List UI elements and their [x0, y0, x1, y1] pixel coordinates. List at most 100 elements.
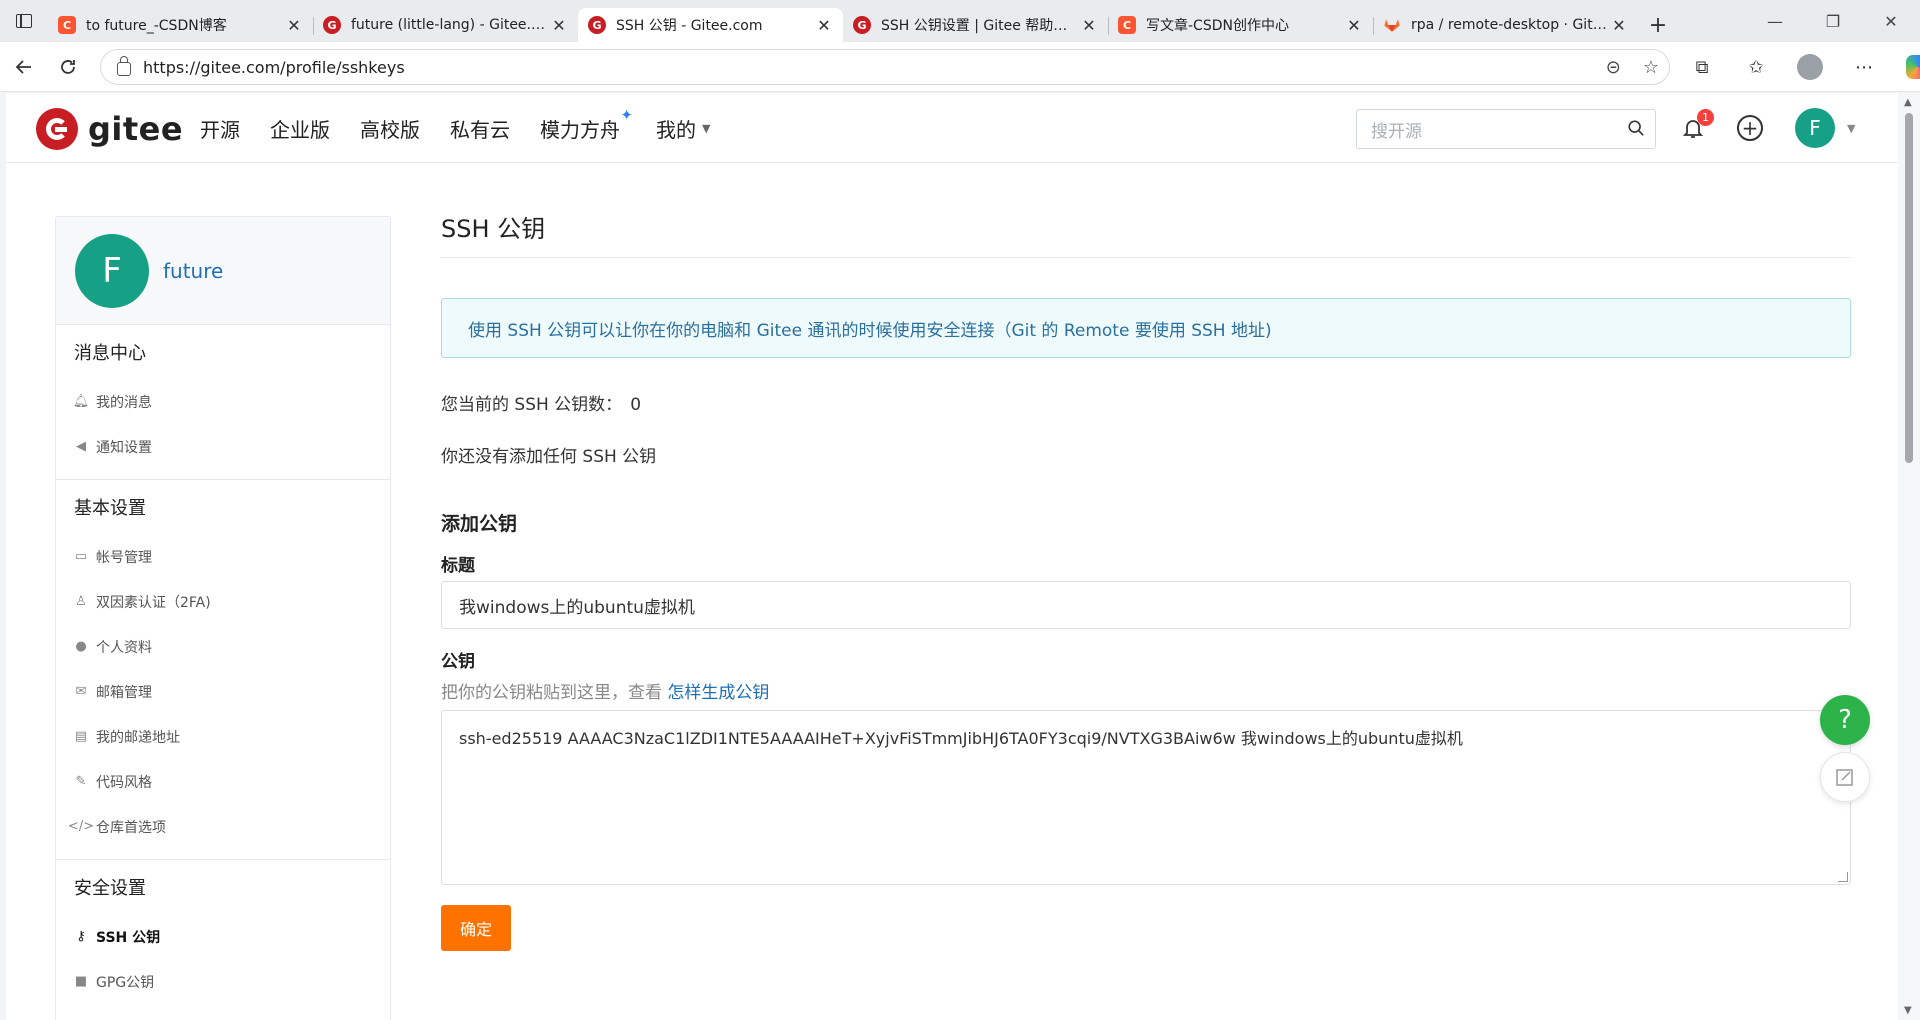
- scrollbar-thumb[interactable]: [1905, 113, 1913, 463]
- browser-tab-strip: C to future_-CSDN博客 ✕ G future (little-l…: [0, 0, 1920, 42]
- tab-title: 写文章-CSDN创作中心: [1146, 18, 1289, 34]
- username-link[interactable]: future: [163, 259, 223, 283]
- nav-private-cloud[interactable]: 私有云: [450, 114, 510, 143]
- sidebar-item-label: 邮箱管理: [96, 684, 152, 701]
- reload-icon: [61, 59, 75, 74]
- browser-tab-5[interactable]: C 写文章-CSDN创作中心 ✕: [1108, 8, 1373, 42]
- favorites-icon[interactable]: ✩: [1734, 47, 1778, 87]
- settings-more-icon[interactable]: ⋯: [1842, 47, 1886, 87]
- main-content: SSH 公钥 使用 SSH 公钥可以让你在你的电脑和 Gitee 通讯的时候使用…: [441, 216, 1851, 951]
- reload-button[interactable]: [46, 47, 90, 87]
- page-scrollbar[interactable]: ▲ ▼: [1898, 93, 1920, 1020]
- copilot-icon: [1906, 55, 1920, 79]
- scroll-up-arrow-icon[interactable]: ▲: [1904, 97, 1912, 108]
- browser-tab-2[interactable]: G future (little-lang) - Gitee.com ✕: [313, 8, 578, 42]
- gitee-favicon-icon: G: [588, 16, 606, 34]
- empty-state-text: 你还没有添加任何 SSH 公钥: [441, 447, 657, 467]
- back-button[interactable]: [2, 47, 46, 87]
- tab-title: SSH 公钥 - Gitee.com: [616, 18, 763, 34]
- scroll-down-arrow-icon[interactable]: ▼: [1904, 1005, 1912, 1016]
- section-title: 消息中心: [74, 343, 146, 364]
- user-shield-icon: ♙: [75, 594, 87, 609]
- nav-moli[interactable]: 模力方舟 ✦: [540, 106, 633, 143]
- close-tab-icon[interactable]: ✕: [1610, 16, 1628, 35]
- extensions-icon[interactable]: ⧉: [1680, 47, 1724, 87]
- nav-education[interactable]: 高校版: [360, 114, 420, 143]
- nav-open-source[interactable]: 开源: [200, 114, 240, 143]
- close-tab-icon[interactable]: ✕: [285, 16, 303, 35]
- caret-down-icon[interactable]: ▼: [1847, 122, 1855, 135]
- public-key-value: ssh-ed25519 AAAAC3NzaC1lZDI1NTE5AAAAIHeT…: [459, 729, 1463, 748]
- nav-mine[interactable]: 我的 ▼: [656, 114, 710, 143]
- search-placeholder: 搜开源: [1371, 121, 1422, 142]
- resize-handle-icon[interactable]: [1838, 872, 1848, 882]
- sidebar-item-account[interactable]: ▭ 帐号管理: [74, 534, 390, 579]
- sidebar-item-label: GPG公钥: [96, 974, 155, 991]
- copilot-button[interactable]: [1896, 47, 1920, 87]
- tab-actions-button[interactable]: [0, 0, 48, 42]
- notifications-button[interactable]: 1: [1681, 109, 1714, 140]
- tab-title: future (little-lang) - Gitee.com: [351, 17, 550, 33]
- user-avatar-button[interactable]: F: [1795, 108, 1835, 148]
- sidebar-item-notification-settings[interactable]: ◀︎ 通知设置: [74, 424, 390, 469]
- sidebar-item-code-style[interactable]: ✎ 代码风格: [74, 759, 390, 804]
- create-new-button[interactable]: +: [1737, 115, 1763, 141]
- key-icon: ⚷: [76, 929, 86, 944]
- sidebar-item-repo-preferences[interactable]: </> 仓库首选项: [67, 804, 390, 849]
- sidebar-item-2fa[interactable]: ♙ 双因素认证（2FA): [74, 579, 390, 624]
- minimize-button[interactable]: —: [1746, 0, 1804, 42]
- key-title-input[interactable]: 我windows上的ubuntu虚拟机: [441, 581, 1851, 629]
- close-tab-icon[interactable]: ✕: [1080, 16, 1098, 35]
- help-button[interactable]: ?: [1820, 695, 1870, 745]
- sidebar-section-messages: 消息中心 🔔︎ 我的消息 ◀︎ 通知设置: [56, 325, 390, 480]
- sidebar-icon: [16, 14, 32, 28]
- close-tab-icon[interactable]: ✕: [1345, 16, 1363, 35]
- browser-tab-3[interactable]: G SSH 公钥 - Gitee.com ✕: [578, 8, 843, 42]
- address-card-icon: ▤: [74, 729, 88, 744]
- sidebar-item-ssh-keys[interactable]: ⚷ SSH 公钥: [74, 914, 390, 959]
- user-icon: ●: [75, 639, 87, 654]
- feedback-button[interactable]: [1820, 752, 1870, 802]
- close-tab-icon[interactable]: ✕: [815, 16, 833, 35]
- key-count-value: 0: [630, 395, 642, 415]
- sidebar-item-address[interactable]: ▤ 我的邮递地址: [74, 714, 390, 759]
- key-count-line: 您当前的 SSH 公钥数： 0: [441, 390, 1851, 415]
- site-header: gitee 开源 企业版 高校版 私有云 模力方舟 ✦ 我的 ▼ 搜开源 1 + F…: [6, 93, 1898, 163]
- id-card-icon: ▭: [74, 549, 88, 564]
- restore-button[interactable]: ❐: [1804, 0, 1862, 42]
- sidebar-item-gpg-keys[interactable]: ■ GPG公钥: [74, 959, 390, 1004]
- sparkle-icon: ✦: [620, 105, 633, 124]
- search-icon[interactable]: [1627, 119, 1645, 137]
- csdn-favicon-icon: C: [1118, 16, 1136, 34]
- user-card: F future: [56, 217, 390, 325]
- favorite-star-icon[interactable]: ☆: [1643, 57, 1659, 78]
- sidebar-item-profile[interactable]: ● 个人资料: [74, 624, 390, 669]
- sidebar-item-label: 我的消息: [96, 394, 152, 411]
- browser-tab-1[interactable]: C to future_-CSDN博客 ✕: [48, 8, 313, 42]
- browser-tab-6[interactable]: rpa / remote-desktop · GitLab ✕: [1373, 8, 1638, 42]
- gitee-logo[interactable]: gitee: [36, 108, 183, 150]
- sidebar-item-my-messages[interactable]: 🔔︎ 我的消息: [73, 379, 390, 424]
- site-info-icon[interactable]: [117, 56, 131, 76]
- close-window-button[interactable]: ✕: [1862, 0, 1920, 42]
- edit-icon: [1836, 769, 1853, 786]
- sidebar-item-email[interactable]: ✉ 邮箱管理: [74, 669, 390, 714]
- submit-button[interactable]: 确定: [441, 905, 511, 951]
- profile-button[interactable]: [1788, 47, 1832, 87]
- notification-badge: 1: [1697, 109, 1714, 126]
- search-input[interactable]: 搜开源: [1356, 109, 1656, 149]
- sidebar-section-security: 安全设置 ⚷ SSH 公钥 ■ GPG公钥: [56, 860, 390, 1014]
- how-to-generate-key-link[interactable]: 怎样生成公钥: [667, 683, 769, 703]
- new-tab-button[interactable]: +: [1638, 8, 1678, 42]
- sidebar-item-label: 帐号管理: [96, 549, 152, 566]
- avatar[interactable]: F: [75, 233, 149, 308]
- more-options-icon[interactable]: ⊝: [1606, 57, 1621, 78]
- address-bar[interactable]: https://gitee.com/profile/sshkeys ⊝ ☆: [100, 49, 1670, 85]
- public-key-textarea[interactable]: ssh-ed25519 AAAAC3NzaC1lZDI1NTE5AAAAIHeT…: [441, 710, 1851, 885]
- close-tab-icon[interactable]: ✕: [550, 16, 568, 35]
- code-icon: </>: [67, 819, 95, 834]
- browser-tab-4[interactable]: G SSH 公钥设置 | Gitee 帮助中心 ✕: [843, 8, 1108, 42]
- gitlab-favicon-icon: [1383, 16, 1401, 34]
- sidebar-item-label: 双因素认证（2FA): [96, 594, 211, 611]
- nav-enterprise[interactable]: 企业版: [270, 114, 330, 143]
